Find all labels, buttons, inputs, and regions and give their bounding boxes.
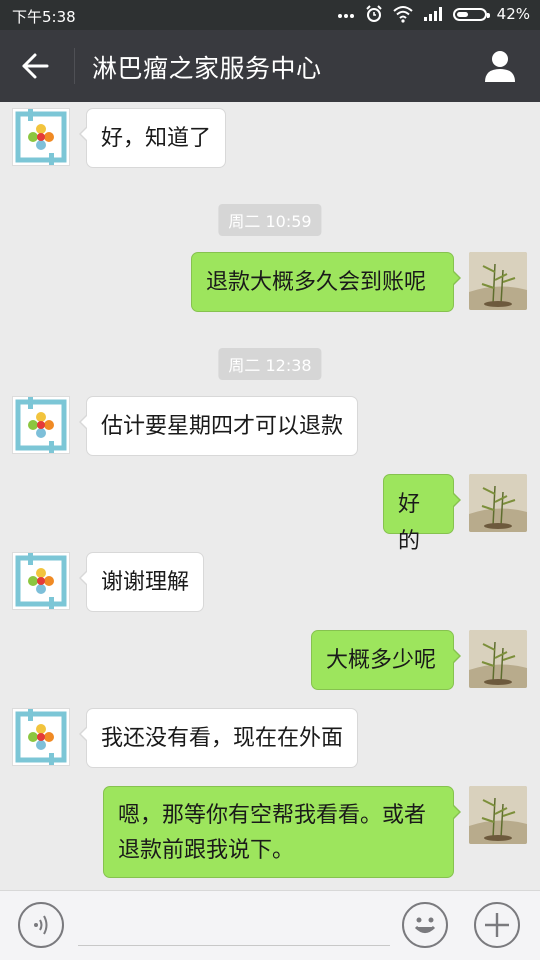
message-text: 大概多少呢 xyxy=(326,648,437,673)
emoji-button[interactable] xyxy=(402,902,448,948)
my-avatar[interactable] xyxy=(469,630,527,688)
my-avatar[interactable] xyxy=(469,474,527,532)
plus-icon xyxy=(485,913,509,937)
emoji-icon xyxy=(414,917,436,933)
bamboo-photo-icon xyxy=(469,630,527,688)
bamboo-photo-icon xyxy=(469,252,527,310)
battery-percent: 42% xyxy=(496,5,530,23)
status-icons: 42% xyxy=(337,5,530,23)
alarm-icon xyxy=(365,5,382,22)
sent-message-bubble[interactable]: 大概多少呢 xyxy=(311,630,461,690)
message-text: 退款大概多久会到账呢 xyxy=(206,270,427,295)
message-text-line: 退款前跟我说下。 xyxy=(118,838,295,863)
message-timestamp: 周二 12:38 xyxy=(218,348,322,380)
sent-message-bubble[interactable]: 嗯，那等你有空帮我看看。或者 退款前跟我说下。 xyxy=(103,786,461,878)
clinic-logo-icon xyxy=(15,109,67,165)
received-message-bubble[interactable]: 谢谢理解 xyxy=(78,552,205,612)
back-button[interactable] xyxy=(14,48,54,84)
message-timestamp: 周二 10:59 xyxy=(218,204,322,236)
message-text: 谢谢理解 xyxy=(101,570,190,595)
dots-icon xyxy=(337,14,354,18)
battery-fill xyxy=(456,11,468,17)
message-text: 我还没有看，现在在外面 xyxy=(101,726,344,751)
message-list[interactable]: 好，知道了 周二 10:59 退款大概多久会到账呢 周二 12:38 估计要星期… xyxy=(0,102,540,890)
contact-avatar[interactable] xyxy=(12,708,70,766)
message-text: 好，知道了 xyxy=(101,126,212,151)
message-text: 好的 xyxy=(398,492,421,554)
person-icon xyxy=(485,51,515,82)
message-text: 估计要星期四才可以退款 xyxy=(101,414,344,439)
my-avatar[interactable] xyxy=(469,786,527,844)
clinic-logo-icon xyxy=(15,397,67,453)
chat-title: 淋巴瘤之家服务中心 xyxy=(92,54,322,83)
contact-avatar[interactable] xyxy=(12,396,70,454)
message-input[interactable] xyxy=(78,905,394,945)
chat-header: 淋巴瘤之家服务中心 xyxy=(0,30,540,102)
input-bar xyxy=(0,890,540,960)
status-time: 下午5:38 xyxy=(12,8,76,26)
back-arrow-icon xyxy=(22,53,49,79)
message-text-line: 嗯，那等你有空帮我看看。或者 xyxy=(118,803,427,828)
chat-info-button[interactable] xyxy=(482,48,518,84)
contact-avatar[interactable] xyxy=(12,552,70,610)
signal-icon xyxy=(423,7,442,21)
clinic-logo-icon xyxy=(15,553,67,609)
contact-avatar[interactable] xyxy=(12,108,70,166)
header-divider xyxy=(74,48,75,84)
add-button[interactable] xyxy=(474,902,520,948)
status-bar: 下午5:38 42% xyxy=(0,0,540,30)
voice-button[interactable] xyxy=(18,902,64,948)
my-avatar[interactable] xyxy=(469,252,527,310)
received-message-bubble[interactable]: 估计要星期四才可以退款 xyxy=(78,396,359,456)
battery-icon xyxy=(452,7,490,21)
voice-icon xyxy=(34,915,48,935)
received-message-bubble[interactable]: 我还没有看，现在在外面 xyxy=(78,708,359,768)
bamboo-photo-icon xyxy=(469,786,527,844)
bamboo-photo-icon xyxy=(469,474,527,532)
input-underline xyxy=(78,945,390,946)
received-message-bubble[interactable]: 好，知道了 xyxy=(78,108,227,168)
sent-message-bubble[interactable]: 好的 xyxy=(383,474,461,554)
clinic-logo-icon xyxy=(15,709,67,765)
wifi-icon xyxy=(392,6,413,23)
sent-message-bubble[interactable]: 退款大概多久会到账呢 xyxy=(191,252,461,312)
